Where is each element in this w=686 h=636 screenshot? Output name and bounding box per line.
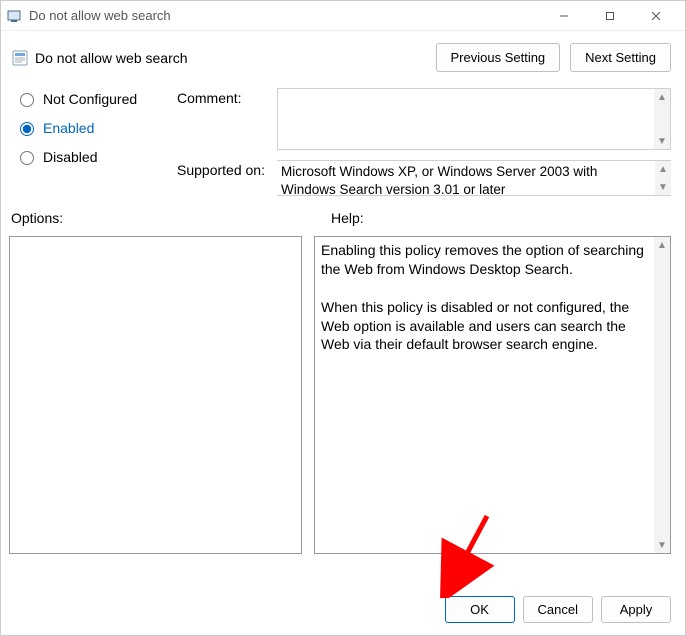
- app-icon: [7, 8, 23, 24]
- radio-enabled-input[interactable]: [20, 122, 34, 136]
- radio-not-configured-label: Not Configured: [43, 91, 137, 107]
- cancel-button[interactable]: Cancel: [523, 596, 593, 623]
- radio-enabled[interactable]: Enabled: [15, 119, 165, 136]
- section-labels: Options: Help:: [1, 196, 685, 236]
- radio-disabled[interactable]: Disabled: [15, 148, 165, 165]
- next-setting-button[interactable]: Next Setting: [570, 43, 671, 72]
- subheader: Do not allow web search Previous Setting…: [1, 31, 685, 80]
- scroll-up-icon[interactable]: ▲: [655, 161, 671, 177]
- radio-enabled-label: Enabled: [43, 120, 94, 136]
- comment-scrollbar[interactable]: ▲ ▼: [654, 89, 670, 149]
- help-text: Enabling this policy removes the option …: [315, 237, 654, 553]
- maximize-button[interactable]: [587, 2, 633, 30]
- radio-disabled-label: Disabled: [43, 149, 97, 165]
- apply-button[interactable]: Apply: [601, 596, 671, 623]
- ok-button[interactable]: OK: [445, 596, 515, 623]
- help-label: Help:: [331, 210, 671, 226]
- comment-row: Comment: ▲ ▼: [177, 88, 671, 150]
- window-controls: [541, 2, 679, 30]
- supported-label: Supported on:: [177, 160, 267, 196]
- scroll-down-icon[interactable]: ▼: [655, 179, 671, 195]
- nav-buttons: Previous Setting Next Setting: [436, 43, 672, 72]
- comment-text[interactable]: [278, 89, 654, 149]
- minimize-button[interactable]: [541, 2, 587, 30]
- comment-label: Comment:: [177, 88, 267, 150]
- scroll-up-icon[interactable]: ▲: [654, 89, 670, 105]
- options-label: Options:: [11, 210, 311, 226]
- supported-scrollbar[interactable]: ▲ ▼: [655, 161, 671, 195]
- gpo-dialog: Do not allow web search Do not allow web: [0, 0, 686, 636]
- close-button[interactable]: [633, 2, 679, 30]
- previous-setting-button[interactable]: Previous Setting: [436, 43, 561, 72]
- radio-not-configured-input[interactable]: [20, 93, 34, 107]
- comment-field[interactable]: ▲ ▼: [277, 88, 671, 150]
- supported-text: Microsoft Windows XP, or Windows Server …: [277, 161, 655, 195]
- titlebar: Do not allow web search: [1, 1, 685, 31]
- supported-field: Microsoft Windows XP, or Windows Server …: [277, 160, 671, 196]
- policy-title: Do not allow web search: [35, 50, 436, 66]
- help-scrollbar[interactable]: ▲ ▼: [654, 237, 670, 553]
- fields-column: Comment: ▲ ▼ Supported on: Microsoft Win…: [177, 88, 671, 196]
- scroll-down-icon[interactable]: ▼: [654, 537, 670, 553]
- policy-icon: [11, 49, 29, 67]
- options-panel: [9, 236, 302, 554]
- state-radios: Not Configured Enabled Disabled: [15, 88, 165, 196]
- radio-not-configured[interactable]: Not Configured: [15, 90, 165, 107]
- panels-row: Enabling this policy removes the option …: [1, 236, 685, 586]
- dialog-footer: OK Cancel Apply: [1, 586, 685, 635]
- radio-disabled-input[interactable]: [20, 151, 34, 165]
- help-panel: Enabling this policy removes the option …: [314, 236, 671, 554]
- window-title: Do not allow web search: [29, 8, 541, 23]
- supported-row: Supported on: Microsoft Windows XP, or W…: [177, 160, 671, 196]
- main-area: Not Configured Enabled Disabled Comment:…: [1, 80, 685, 196]
- scroll-up-icon[interactable]: ▲: [654, 237, 670, 253]
- scroll-down-icon[interactable]: ▼: [654, 133, 670, 149]
